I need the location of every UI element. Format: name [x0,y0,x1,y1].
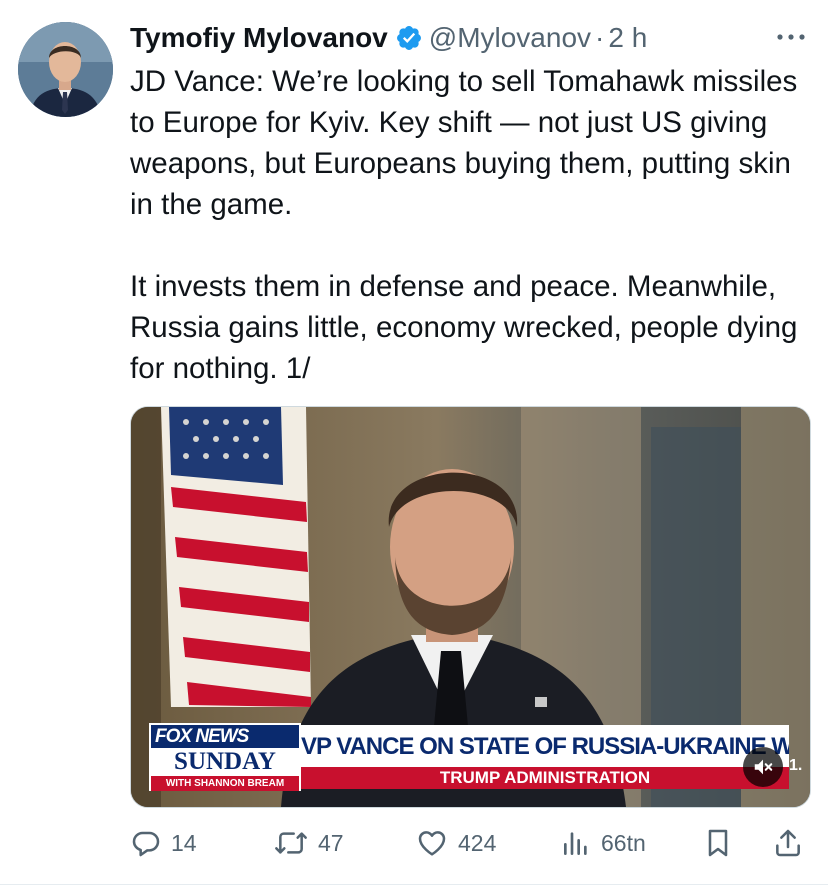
separator-dot: · [595,22,605,53]
brand-host: WITH SHANNON BREAM [151,776,299,791]
retweet-count: 47 [318,829,344,856]
reply-button[interactable]: 14 [130,822,197,864]
tweet[interactable]: Tymofiy Mylovanov @Mylovanov · 2 h JD Va… [0,0,828,889]
views-count: 66tn [601,829,646,856]
bookmark-button[interactable] [702,822,734,864]
tweet-paragraph-1: JD Vance: We’re looking to sell Tomahawk… [130,65,798,221]
tweet-header: Tymofiy Mylovanov @Mylovanov · 2 h [130,18,808,58]
video-player[interactable]: FOX NEWS SUNDAY WITH SHANNON BREAM VP VA… [130,406,811,808]
tweet-paragraph-2: It invests them in defense and peace. Me… [130,270,798,385]
retweet-button[interactable]: 47 [273,822,344,864]
timestamp[interactable]: 2 h [608,22,647,54]
bookmark-icon [708,829,728,857]
reply-count: 14 [171,829,197,856]
views-button[interactable]: 66tn [560,822,646,864]
author-handle[interactable]: @Mylovanov [429,22,591,54]
speaker-muted-icon[interactable] [743,747,783,787]
brand-show: SUNDAY [151,748,299,776]
share-icon [776,829,800,857]
like-count: 424 [458,829,497,856]
fox-news-sunday-logo: FOX NEWS SUNDAY WITH SHANNON BREAM [149,723,301,791]
like-button[interactable]: 424 [415,822,496,864]
avatar-photo [18,22,113,117]
share-button[interactable] [772,822,804,864]
avatar[interactable] [18,22,113,117]
tweet-text: JD Vance: We’re looking to sell Tomahawk… [130,61,810,389]
divider [0,884,828,885]
lower-third: VP VANCE ON STATE OF RUSSIA-UKRAINE WAR … [301,725,789,791]
playback-speed[interactable]: 1. [789,757,802,775]
heart-icon [418,831,446,856]
retweet-icon [275,832,307,854]
verified-badge-icon[interactable] [395,24,423,52]
author-name[interactable]: Tymofiy Mylovanov [130,22,388,54]
video-subheadline: TRUMP ADMINISTRATION [301,767,789,789]
video-headline: VP VANCE ON STATE OF RUSSIA-UKRAINE WAR [301,725,789,767]
views-chart-icon [564,832,587,855]
more-dots-icon[interactable] [774,20,808,54]
brand-name: FOX NEWS [155,726,249,747]
action-bar: 14 47 424 66tn [130,822,810,864]
reply-icon [132,831,160,857]
